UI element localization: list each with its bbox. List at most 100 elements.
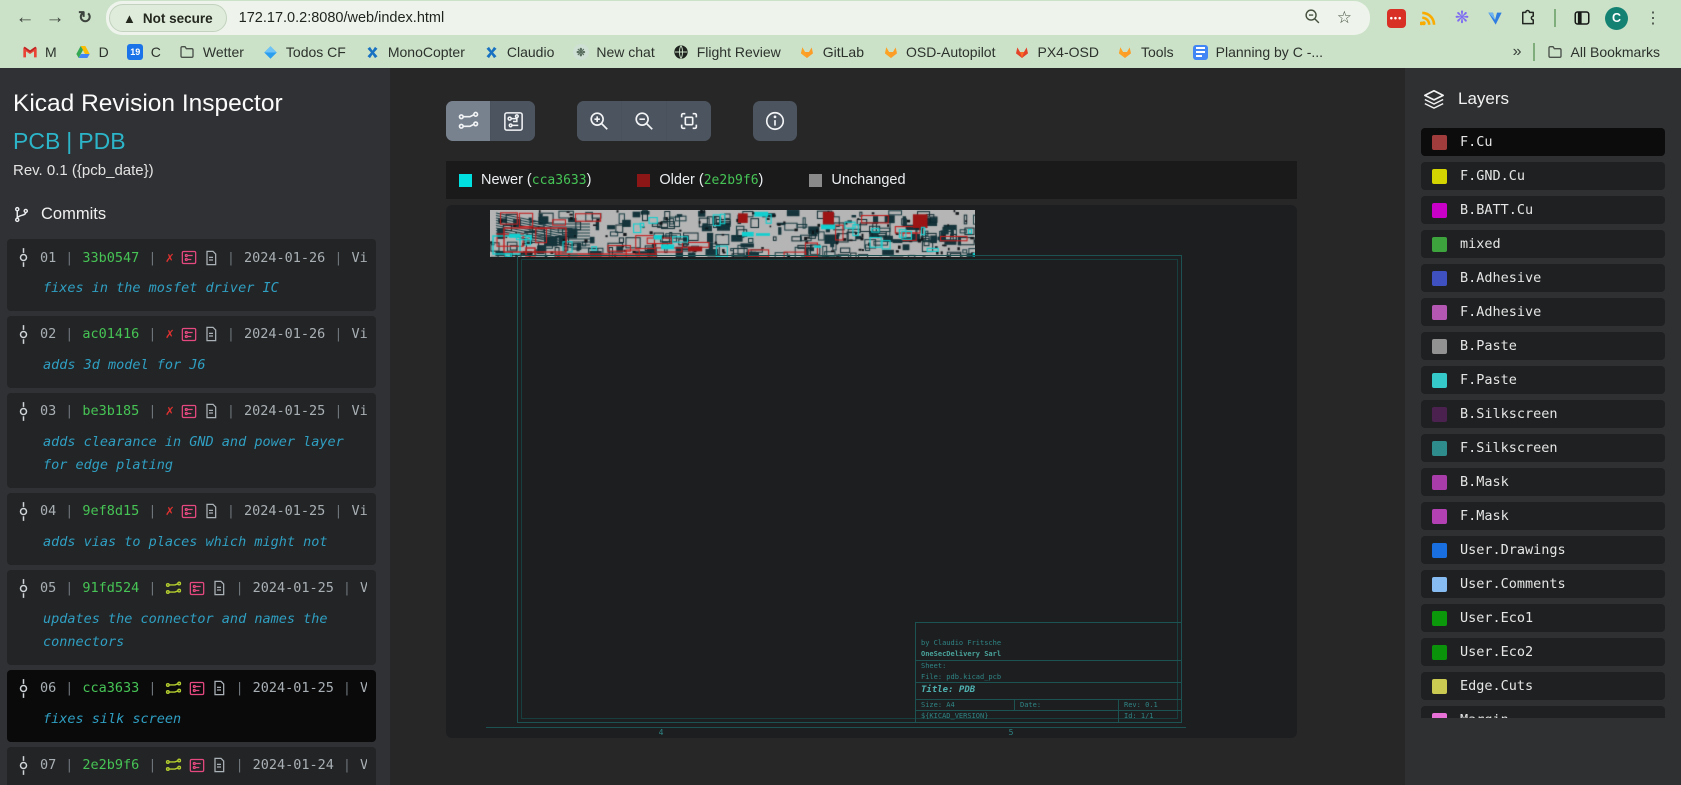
layer-item-f-adhesive[interactable]: F.Adhesive: [1421, 298, 1665, 326]
layer-item-b-paste[interactable]: B.Paste: [1421, 332, 1665, 360]
layer-item-margin[interactable]: Margin: [1421, 706, 1665, 718]
pcb-mode-button[interactable]: [491, 101, 535, 141]
commit-row-cca3633[interactable]: 06|cca3633||2024-01-25|Vidit Katfixes si…: [7, 670, 376, 742]
info-button[interactable]: [753, 101, 797, 141]
extensions-puzzle-icon[interactable]: [1518, 8, 1538, 28]
bookmark-item[interactable]: Planning by C -...: [1183, 41, 1332, 64]
layer-item-b-adhesive[interactable]: B.Adhesive: [1421, 264, 1665, 292]
layer-item-b-mask[interactable]: B.Mask: [1421, 468, 1665, 496]
all-bookmarks-button[interactable]: All Bookmarks: [1538, 41, 1669, 64]
bookmark-star-icon[interactable]: ☆: [1337, 8, 1352, 28]
bookmarks-overflow-icon[interactable]: »: [1505, 43, 1530, 61]
bookmark-item[interactable]: OSD-Autopilot: [873, 41, 1004, 64]
pcb-diff-icon[interactable]: [189, 681, 205, 696]
pcb-diff-icon[interactable]: [189, 581, 205, 596]
bookmark-item[interactable]: Tools: [1108, 41, 1183, 64]
commit-hash[interactable]: 9ef8d15: [82, 503, 139, 519]
commit-message: adds 3d model for J6: [43, 354, 367, 377]
commit-hash[interactable]: 33b0547: [82, 250, 139, 266]
schematic-mode-button[interactable]: [446, 101, 490, 141]
bookmark-item[interactable]: D: [66, 41, 118, 64]
doc-diff-icon[interactable]: [212, 680, 226, 696]
commit-hash[interactable]: 2e2b9f6: [82, 757, 139, 773]
layer-color-swatch: [1432, 271, 1447, 286]
layer-item-user-drawings[interactable]: User.Drawings: [1421, 536, 1665, 564]
doc-diff-icon[interactable]: [204, 250, 218, 266]
vimium-icon[interactable]: [1485, 8, 1505, 28]
commit-row-9ef8d15[interactable]: 04|9ef8d15|✗|2024-01-25|Vidit Katadds vi…: [7, 493, 376, 565]
bookmark-item[interactable]: PX4-OSD: [1004, 41, 1107, 64]
titleblock-date: Date:: [1014, 700, 1118, 711]
commit-node-icon: [16, 579, 31, 598]
bookmark-item[interactable]: ❉︎New chat: [563, 41, 663, 64]
layer-item-f-cu[interactable]: F.Cu: [1421, 128, 1665, 156]
profile-avatar[interactable]: C: [1605, 7, 1628, 30]
bookmark-item[interactable]: MonoCopter: [355, 41, 474, 64]
extension-red-icon[interactable]: •••: [1386, 8, 1406, 28]
doc-diff-icon[interactable]: [204, 326, 218, 342]
commit-row-be3b185[interactable]: 03|be3b185|✗|2024-01-25|Vidit Katadds cl…: [7, 393, 376, 488]
layer-item-f-silkscreen[interactable]: F.Silkscreen: [1421, 434, 1665, 462]
layer-color-swatch: [1432, 305, 1447, 320]
doc-diff-icon[interactable]: [204, 503, 218, 519]
bookmark-item[interactable]: Wetter: [170, 41, 253, 64]
pcb-diff-icon[interactable]: [181, 327, 197, 342]
doc-diff-icon[interactable]: [212, 757, 226, 773]
commit-hash[interactable]: 91fd524: [82, 580, 139, 596]
pcb-diff-icon[interactable]: [181, 404, 197, 419]
layer-item-edge-cuts[interactable]: Edge.Cuts: [1421, 672, 1665, 700]
fox-icon: [882, 44, 899, 61]
commit-row-2e2b9f6[interactable]: 07|2e2b9f6||2024-01-24|Vidit Katfinishes…: [7, 747, 376, 785]
revision-label: Rev. 0.1 ({pcb_date}): [13, 162, 390, 179]
side-panel-icon[interactable]: [1572, 8, 1592, 28]
layer-item-f-paste[interactable]: F.Paste: [1421, 366, 1665, 394]
forward-icon[interactable]: →: [40, 3, 70, 33]
reload-icon[interactable]: ↻: [70, 3, 100, 33]
bookmark-item[interactable]: Todos CF: [253, 41, 355, 64]
zoom-fit-button[interactable]: [667, 101, 711, 141]
pdb-link[interactable]: PDB: [78, 128, 125, 154]
browser-menu-icon[interactable]: ⋮: [1641, 8, 1665, 28]
commit-row-ac01416[interactable]: 02|ac01416|✗|2024-01-26|Vidit Katadds 3d…: [7, 316, 376, 388]
layer-name: User.Drawings: [1460, 542, 1566, 558]
no-diff-icon: ✗: [165, 503, 173, 519]
address-bar[interactable]: ▲︎ Not secure 172.17.0.2:8080/web/index.…: [106, 1, 1370, 35]
layer-item-f-gnd-cu[interactable]: F.GND.Cu: [1421, 162, 1665, 190]
pcb-diff-icon[interactable]: [181, 250, 197, 265]
pcb-link[interactable]: PCB: [13, 128, 60, 154]
layer-item-b-silkscreen[interactable]: B.Silkscreen: [1421, 400, 1665, 428]
layer-item-b-batt-cu[interactable]: B.BATT.Cu: [1421, 196, 1665, 224]
commit-row-91fd524[interactable]: 05|91fd524||2024-01-25|Vidit Katupdates …: [7, 570, 376, 665]
layer-item-user-eco2[interactable]: User.Eco2: [1421, 638, 1665, 666]
doc-diff-icon[interactable]: [204, 403, 218, 419]
bookmark-item[interactable]: Claudio: [474, 41, 563, 64]
layer-item-user-eco1[interactable]: User.Eco1: [1421, 604, 1665, 632]
bookmark-item[interactable]: 19C: [118, 41, 170, 64]
layer-color-swatch: [1432, 203, 1447, 218]
rss-icon[interactable]: [1419, 8, 1439, 28]
zoom-out-button[interactable]: [622, 101, 666, 141]
back-icon[interactable]: ←: [10, 3, 40, 33]
commit-hash[interactable]: be3b185: [82, 403, 139, 419]
pcb-diff-icon[interactable]: [181, 504, 197, 519]
layer-name: B.Adhesive: [1460, 270, 1541, 286]
not-secure-badge[interactable]: ▲︎ Not secure: [109, 4, 227, 32]
layer-item-f-mask[interactable]: F.Mask: [1421, 502, 1665, 530]
bookmark-item[interactable]: M: [12, 41, 66, 64]
pcb-canvas[interactable]: by Claudio Fritsche OneSecDelivery Sarl …: [446, 205, 1297, 738]
bookmark-item[interactable]: GitLab: [790, 41, 873, 64]
layer-item-mixed[interactable]: mixed: [1421, 230, 1665, 258]
bookmark-item[interactable]: Flight Review: [664, 41, 790, 64]
commit-hash[interactable]: cca3633: [82, 680, 139, 696]
url-text[interactable]: 172.17.0.2:8080/web/index.html: [239, 10, 1304, 26]
commit-author: Vidit Kat: [360, 757, 367, 773]
doc-diff-icon[interactable]: [212, 580, 226, 596]
commit-row-33b0547[interactable]: 01|33b0547|✗|2024-01-26|Vidit Katfixes i…: [7, 239, 376, 311]
zoom-in-button[interactable]: [577, 101, 621, 141]
snowflake-extension-icon[interactable]: ❋︎: [1452, 8, 1472, 28]
layer-item-user-comments[interactable]: User.Comments: [1421, 570, 1665, 598]
pcb-diff-icon[interactable]: [189, 758, 205, 773]
commit-hash[interactable]: ac01416: [82, 326, 139, 342]
zoom-page-icon[interactable]: [1304, 8, 1321, 28]
commit-list: 01|33b0547|✗|2024-01-26|Vidit Katfixes i…: [0, 239, 390, 785]
